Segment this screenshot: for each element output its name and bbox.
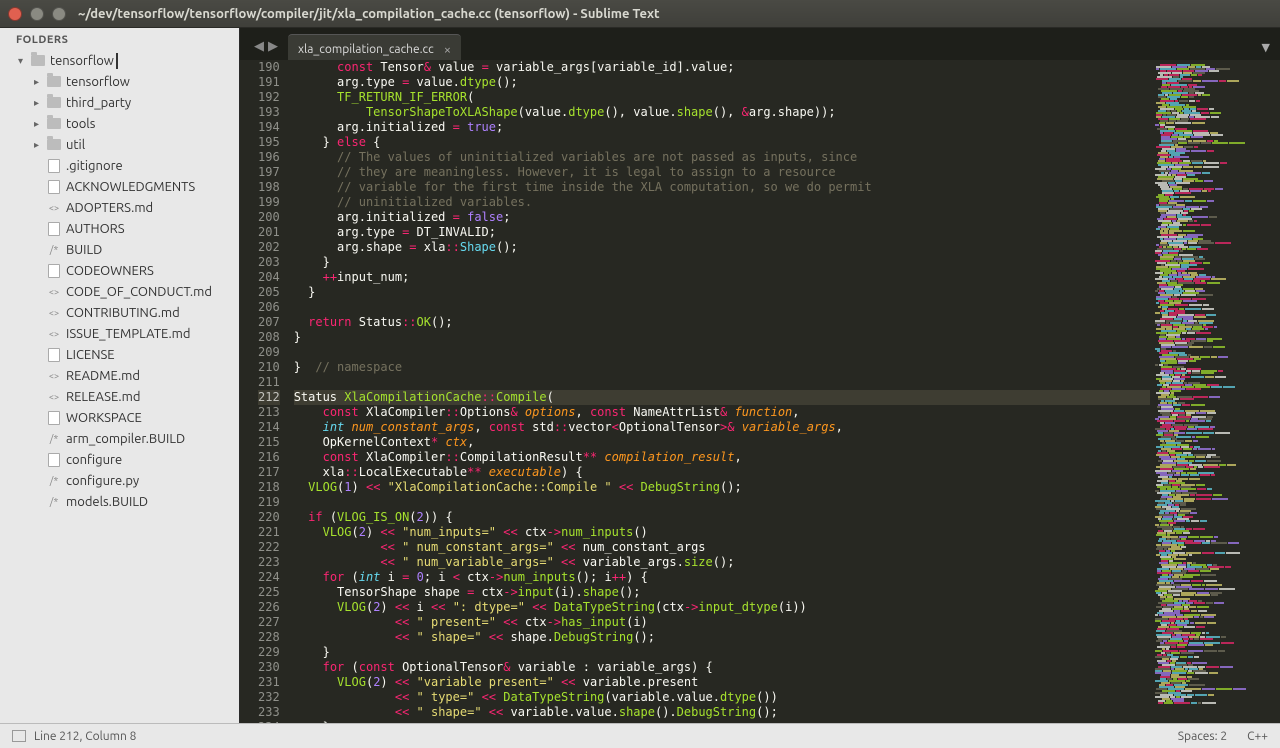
code-content[interactable]: const Tensor& value = variable_args[vari… xyxy=(294,60,1150,723)
tree-label: BUILD xyxy=(66,243,102,257)
code-file-icon xyxy=(46,329,62,339)
panel-switch-icon[interactable] xyxy=(12,730,26,742)
tree-label: LICENSE xyxy=(66,348,115,362)
tree-label: CODE_OF_CONDUCT.md xyxy=(66,285,212,299)
code-file-icon xyxy=(46,392,62,402)
tree-row[interactable]: configure.py xyxy=(0,470,239,491)
chevron-icon[interactable]: ▾ xyxy=(18,55,28,67)
code-file-icon xyxy=(46,308,62,318)
titlebar: ~/dev/tensorflow/tensorflow/compiler/jit… xyxy=(0,0,1280,28)
close-icon[interactable] xyxy=(8,7,22,21)
tree-label: CODEOWNERS xyxy=(66,264,154,278)
chevron-icon[interactable]: ▸ xyxy=(34,97,44,109)
file-icon xyxy=(46,264,62,278)
tree-row[interactable]: ▸ tensorflow xyxy=(0,71,239,92)
tree-row[interactable]: .gitignore xyxy=(0,155,239,176)
tree-label: README.md xyxy=(66,369,140,383)
minimize-icon[interactable] xyxy=(30,7,44,21)
tree-label: tensorflow xyxy=(50,54,114,68)
build-file-icon xyxy=(46,244,62,255)
chevron-icon[interactable]: ▸ xyxy=(34,76,44,88)
tree-row[interactable]: ISSUE_TEMPLATE.md xyxy=(0,323,239,344)
tree-row[interactable]: configure xyxy=(0,449,239,470)
nav-back-icon[interactable]: ◀ xyxy=(254,39,264,54)
tree-row[interactable]: ▸ util xyxy=(0,134,239,155)
tree-label: .gitignore xyxy=(66,159,123,173)
tree-label: arm_compiler.BUILD xyxy=(66,432,185,446)
file-icon xyxy=(46,411,62,425)
tree-row[interactable]: ADOPTERS.md xyxy=(0,197,239,218)
tree-row[interactable]: LICENSE xyxy=(0,344,239,365)
tree-row[interactable]: ACKNOWLEDGMENTS xyxy=(0,176,239,197)
tree-label: tools xyxy=(66,117,95,131)
tree-label: RELEASE.md xyxy=(66,390,140,404)
tree-row[interactable]: CONTRIBUTING.md xyxy=(0,302,239,323)
tree-row[interactable]: arm_compiler.BUILD xyxy=(0,428,239,449)
tree-label: tensorflow xyxy=(66,75,130,89)
tree-label: third_party xyxy=(66,96,131,110)
code-file-icon xyxy=(46,287,62,297)
tree-label: util xyxy=(66,138,85,152)
statusbar: Line 212, Column 8 Spaces: 2 C++ xyxy=(0,723,1280,748)
tree-row[interactable]: AUTHORS xyxy=(0,218,239,239)
window-controls xyxy=(8,7,66,21)
folder-tree[interactable]: ▾ tensorflow ▸ tensorflow ▸ third_party ▸ tools… xyxy=(0,50,239,512)
file-icon xyxy=(46,348,62,362)
tree-row[interactable]: CODEOWNERS xyxy=(0,260,239,281)
chevron-icon[interactable]: ▸ xyxy=(34,118,44,130)
tree-label: models.BUILD xyxy=(66,495,148,509)
tree-row[interactable]: ▾ tensorflow xyxy=(0,50,239,71)
tree-row[interactable]: ▸ third_party xyxy=(0,92,239,113)
folder-icon xyxy=(30,55,46,66)
code-file-icon xyxy=(46,203,62,213)
folder-icon xyxy=(46,76,62,87)
tree-label: AUTHORS xyxy=(66,222,125,236)
tree-label: ADOPTERS.md xyxy=(66,201,153,215)
tree-row[interactable]: CODE_OF_CONDUCT.md xyxy=(0,281,239,302)
folder-icon xyxy=(46,118,62,129)
chevron-icon[interactable]: ▸ xyxy=(34,139,44,151)
file-icon xyxy=(46,180,62,194)
tree-label: configure.py xyxy=(66,474,139,488)
tree-row[interactable]: ▸ tools xyxy=(0,113,239,134)
cursor-position: Line 212, Column 8 xyxy=(34,730,136,743)
folder-icon xyxy=(46,97,62,108)
tree-row[interactable]: WORKSPACE xyxy=(0,407,239,428)
tab-active[interactable]: xla_compilation_cache.cc × xyxy=(288,34,461,60)
file-icon xyxy=(46,159,62,173)
nav-arrows[interactable]: ◀ ▶ xyxy=(244,39,288,60)
line-gutter: 1901911921931941951961971981992002012022… xyxy=(240,60,294,723)
tab-close-icon[interactable]: × xyxy=(444,43,451,57)
editor-area: ◀ ▶ xla_compilation_cache.cc × ▼ 1901911… xyxy=(240,28,1280,723)
syntax-setting[interactable]: C++ xyxy=(1247,730,1268,743)
sidebar: FOLDERS ▾ tensorflow ▸ tensorflow ▸ third_par… xyxy=(0,28,240,723)
build-file-icon xyxy=(46,496,62,507)
file-icon xyxy=(46,222,62,236)
tree-label: ISSUE_TEMPLATE.md xyxy=(66,327,191,341)
tree-label: CONTRIBUTING.md xyxy=(66,306,180,320)
code-file-icon xyxy=(46,371,62,381)
tree-row[interactable]: README.md xyxy=(0,365,239,386)
tabbar: ◀ ▶ xla_compilation_cache.cc × ▼ xyxy=(240,28,1280,60)
tree-label: configure xyxy=(66,453,122,467)
tree-row[interactable]: RELEASE.md xyxy=(0,386,239,407)
build-file-icon xyxy=(46,433,62,444)
window-title: ~/dev/tensorflow/tensorflow/compiler/jit… xyxy=(78,7,660,21)
tree-label: WORKSPACE xyxy=(66,411,142,425)
file-icon xyxy=(46,453,62,467)
editor-body[interactable]: 1901911921931941951961971981992002012022… xyxy=(240,60,1280,723)
tree-row[interactable]: models.BUILD xyxy=(0,491,239,512)
tab-label: xla_compilation_cache.cc xyxy=(298,43,434,56)
minimap[interactable] xyxy=(1150,60,1280,723)
build-file-icon xyxy=(46,475,62,486)
tab-menu-icon[interactable]: ▼ xyxy=(1252,41,1280,60)
maximize-icon[interactable] xyxy=(52,7,66,21)
folder-icon xyxy=(46,139,62,150)
tree-row[interactable]: BUILD xyxy=(0,239,239,260)
indent-setting[interactable]: Spaces: 2 xyxy=(1178,730,1227,743)
tree-label: ACKNOWLEDGMENTS xyxy=(66,180,195,194)
sidebar-header: FOLDERS xyxy=(0,28,239,50)
nav-forward-icon[interactable]: ▶ xyxy=(268,39,278,54)
